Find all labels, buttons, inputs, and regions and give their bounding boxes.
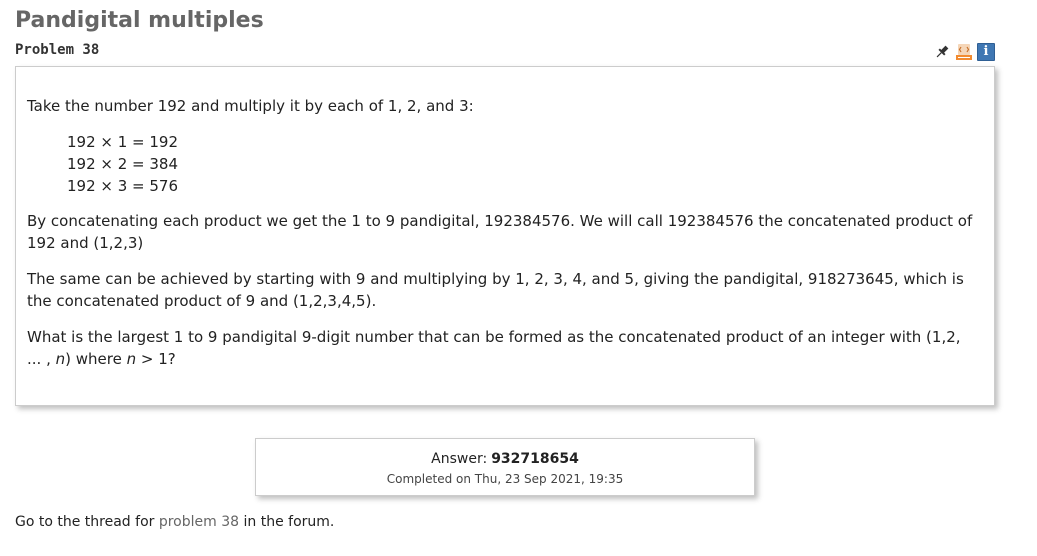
completion-timestamp: Completed on Thu, 23 Sep 2021, 19:35 [386,472,624,486]
html-icon[interactable] [955,43,973,61]
variable-n: n [55,350,66,368]
problem-question: What is the largest 1 to 9 pandigital 9-… [27,326,974,370]
question-text: ) where [65,350,127,368]
info-icon: i [977,43,995,61]
forum-thread-line: Go to the thread for problem 38 in the f… [15,514,334,530]
problem-content: Take the number 192 and multiply it by e… [15,66,995,406]
problem-paragraph-example: The same can be achieved by starting wit… [27,270,964,310]
problem-icons-toolbar: i [933,42,995,62]
page-title: Pandigital multiples [15,8,264,33]
question-text: > 1? [136,350,176,368]
variable-n: n [126,350,137,368]
forum-suffix: in the forum. [239,514,335,530]
forum-prefix: Go to the thread for [15,514,159,530]
pin-icon[interactable] [933,43,951,61]
info-button[interactable]: i [977,43,995,61]
answer-value: 932718654 [491,451,579,467]
answer-panel: Answer: 932718654 Completed on Thu, 23 Se… [255,438,755,496]
problem-page: Pandigital multiples Problem 38 i Take t… [0,0,1037,556]
calculation-list: 192 × 1 = 192 192 × 2 = 384 192 × 3 = 57… [67,131,974,197]
answer-label: Answer: [431,451,488,467]
problem-number-label: Problem 38 [15,42,100,58]
problem-intro: Take the number 192 and multiply it by e… [27,97,474,115]
calculation-line: 192 × 2 = 384 [67,155,179,173]
problem-paragraph-concatenation: By concatenating each product we get the… [27,212,973,252]
answer-line: Answer: 932718654 [256,451,754,467]
calculation-line: 192 × 3 = 576 [67,177,179,195]
forum-thread-link[interactable]: problem 38 [159,514,239,530]
calculation-line: 192 × 1 = 192 [67,133,179,151]
